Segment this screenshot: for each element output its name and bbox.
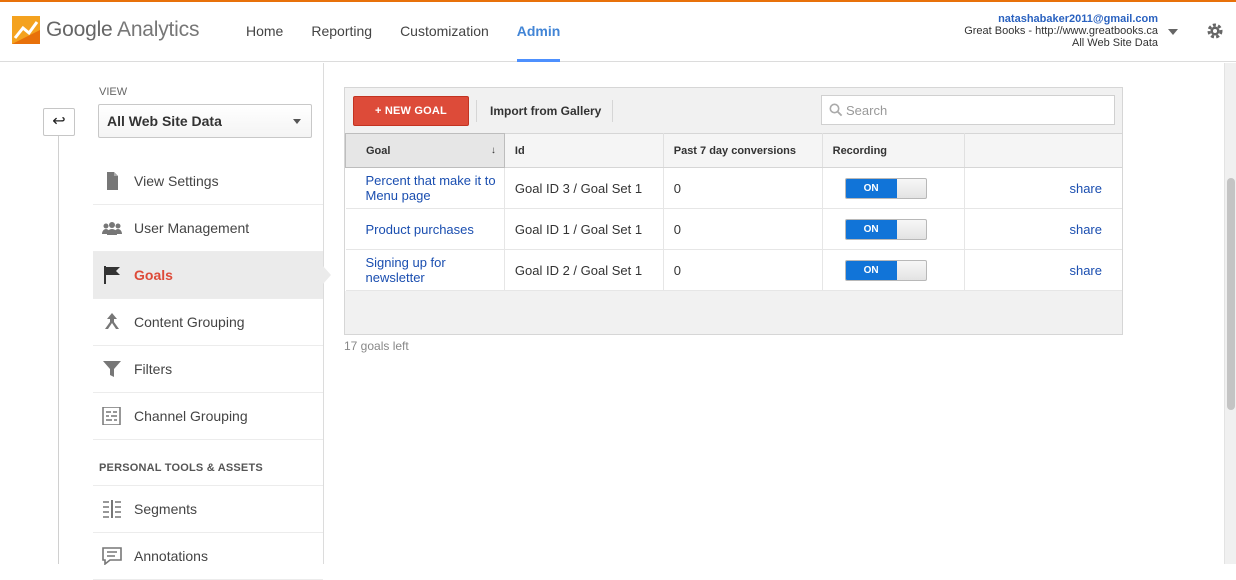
nav-customization[interactable]: Customization (386, 2, 503, 62)
conversions-cell: 0 (663, 249, 823, 291)
channel-icon (102, 407, 121, 425)
goals-left-count: 17 goals left (344, 339, 409, 353)
goals-toolbar: + NEW GOAL Import from Gallery (345, 88, 1122, 133)
sort-arrow-icon: ↓ (490, 145, 496, 156)
personal-tools-menu: Segments Annotations (93, 486, 323, 580)
table-row: Product purchases Goal ID 1 / Goal Set 1… (345, 208, 1122, 250)
share-link[interactable]: share (964, 208, 1122, 250)
table-header-row: Goal ↓ Id Past 7 day conversions Recordi… (345, 133, 1122, 168)
recording-cell: ON (822, 208, 965, 250)
toolbar-separator (476, 100, 477, 122)
conversions-cell: 0 (663, 208, 823, 250)
import-from-gallery-button[interactable]: Import from Gallery (482, 96, 609, 126)
sidebar-item-segments[interactable]: Segments (93, 486, 323, 533)
sidebar-item-content-grouping[interactable]: Content Grouping (93, 299, 323, 346)
search-icon (829, 103, 843, 117)
account-email: natashabaker2011@gmail.com (998, 13, 1158, 25)
sidebar-item-label: View Settings (134, 173, 219, 189)
sidebar-divider (323, 63, 324, 564)
column-header-actions (964, 133, 1122, 168)
sidebar-item-goals[interactable]: Goals (93, 252, 323, 299)
funnel-icon (103, 361, 121, 377)
grouping-icon (105, 313, 119, 329)
sidebar-item-label: Goals (134, 267, 173, 283)
sidebar-item-filters[interactable]: Filters (93, 346, 323, 393)
account-switcher[interactable]: natashabaker2011@gmail.com Great Books -… (964, 13, 1158, 49)
nav-admin[interactable]: Admin (503, 2, 575, 62)
share-link[interactable]: share (964, 249, 1122, 291)
new-goal-button[interactable]: + NEW GOAL (353, 96, 469, 126)
google-analytics-logo-icon[interactable] (12, 16, 40, 44)
toggle-on-label: ON (845, 178, 897, 198)
column-header-conversions[interactable]: Past 7 day conversions (663, 133, 823, 168)
recording-toggle[interactable]: ON (844, 218, 927, 240)
goal-name-link[interactable]: Percent that make it to Menu page (345, 167, 505, 209)
sidebar-item-view-settings[interactable]: View Settings (93, 158, 323, 205)
sidebar-item-channel-grouping[interactable]: Channel Grouping (93, 393, 323, 440)
sidebar-item-label: Content Grouping (134, 314, 245, 330)
sidebar-item-label: User Management (134, 220, 250, 236)
nav-reporting[interactable]: Reporting (297, 2, 386, 62)
toggle-on-label: ON (845, 219, 897, 239)
sidebar-item-annotations[interactable]: Annotations (93, 533, 323, 580)
dropdown-caret-icon (293, 119, 301, 124)
sidebar-item-label: Segments (134, 501, 198, 517)
scrollbar-thumb[interactable] (1227, 178, 1235, 410)
active-item-pointer (323, 266, 331, 284)
goals-panel: + NEW GOAL Import from Gallery Goal ↓ Id… (344, 87, 1123, 335)
toolbar-separator (612, 100, 613, 122)
goal-name-link[interactable]: Signing up for newsletter (345, 249, 505, 291)
goal-id-cell: Goal ID 3 / Goal Set 1 (504, 167, 664, 209)
sidebar-item-label: Filters (134, 361, 173, 377)
column-header-goal[interactable]: Goal ↓ (345, 133, 505, 168)
section-heading-personal-tools: PERSONAL TOOLS & ASSETS (99, 462, 263, 474)
users-icon (102, 222, 122, 235)
recording-toggle[interactable]: ON (844, 177, 927, 199)
flag-icon (104, 266, 120, 284)
sidebar-item-label: Channel Grouping (134, 408, 248, 424)
search-box[interactable] (821, 95, 1115, 125)
account-view: All Web Site Data (1071, 37, 1158, 49)
document-icon (107, 172, 118, 190)
view-select-value: All Web Site Data (107, 113, 222, 129)
gear-icon[interactable] (1206, 22, 1224, 40)
chevron-down-icon[interactable] (1168, 29, 1178, 35)
back-button[interactable]: ↩ (43, 108, 75, 136)
brand-google: Google (46, 18, 113, 41)
search-input[interactable] (846, 96, 1106, 124)
left-rail-line (58, 120, 59, 564)
brand-title[interactable]: Google Analytics (46, 18, 199, 42)
main-nav: Home Reporting Customization Admin (232, 2, 574, 62)
recording-cell: ON (822, 249, 965, 291)
annotation-icon (102, 547, 122, 565)
sidebar-menu: View Settings User Management Goals Cont… (93, 158, 323, 440)
share-link[interactable]: share (964, 167, 1122, 209)
table-row: Signing up for newsletter Goal ID 2 / Go… (345, 249, 1122, 291)
goal-id-cell: Goal ID 1 / Goal Set 1 (504, 208, 664, 250)
goals-table: Goal ↓ Id Past 7 day conversions Recordi… (345, 133, 1122, 291)
column-header-recording[interactable]: Recording (822, 133, 965, 168)
account-property: Great Books - http://www.greatbooks.ca (964, 25, 1158, 37)
toggle-on-label: ON (845, 260, 897, 280)
goal-name-link[interactable]: Product purchases (345, 208, 505, 250)
goal-id-cell: Goal ID 2 / Goal Set 1 (504, 249, 664, 291)
recording-toggle[interactable]: ON (844, 259, 927, 281)
segments-icon (103, 500, 121, 518)
recording-cell: ON (822, 167, 965, 209)
top-bar: Google Analytics Home Reporting Customiz… (0, 0, 1236, 62)
back-arrow-icon: ↩ (52, 113, 66, 130)
table-row: Percent that make it to Menu page Goal I… (345, 167, 1122, 209)
conversions-cell: 0 (663, 167, 823, 209)
view-select[interactable]: All Web Site Data (98, 104, 312, 138)
view-label: VIEW (99, 86, 128, 98)
column-header-id[interactable]: Id (504, 133, 664, 168)
nav-home[interactable]: Home (232, 2, 297, 62)
column-header-label: Goal (366, 144, 391, 157)
sidebar-item-user-management[interactable]: User Management (93, 205, 323, 252)
brand-product: Analytics (117, 18, 200, 41)
sidebar-item-label: Annotations (134, 548, 208, 564)
